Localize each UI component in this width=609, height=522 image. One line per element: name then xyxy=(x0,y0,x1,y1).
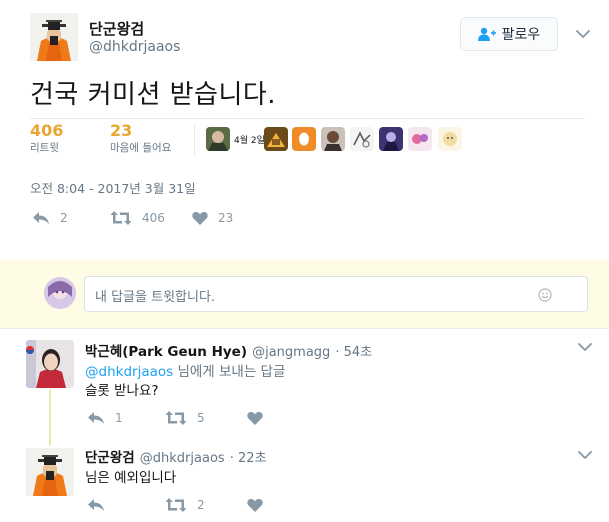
liker-avatar[interactable] xyxy=(206,127,230,151)
reply-count: 2 xyxy=(60,211,68,225)
replying-to-suffix: 님에게 보내는 답글 xyxy=(173,364,286,380)
person-add-icon xyxy=(477,27,496,41)
reply-icon xyxy=(87,411,105,425)
reply-count: 1 xyxy=(115,411,123,425)
reply-icon xyxy=(32,211,50,225)
smiley-icon[interactable] xyxy=(538,288,552,302)
like-action[interactable] xyxy=(247,498,273,512)
reply-header: 단군왕검 @dhkdrjaaos · 22초 xyxy=(85,446,267,466)
reply-action[interactable]: 2 xyxy=(32,211,68,225)
retweet-stat[interactable]: 406 리트윗 xyxy=(30,121,63,155)
retweet-action-count: 406 xyxy=(142,211,165,225)
reply-text: 님은 예외입니다 xyxy=(85,470,177,486)
reply-time[interactable]: · 54초 xyxy=(335,345,372,360)
reply-action[interactable] xyxy=(87,498,115,512)
liker-avatar[interactable] xyxy=(321,127,345,151)
retweet-action-count: 5 xyxy=(197,411,205,425)
date-badge: 4월 2일 xyxy=(234,136,265,146)
my-avatar xyxy=(44,277,76,309)
like-count: 23 xyxy=(110,121,133,140)
like-action-count: 23 xyxy=(218,211,234,225)
reply-header: 박근혜(Park Geun Hye) @jangmagg · 54초 xyxy=(85,340,372,360)
heart-icon xyxy=(247,498,263,512)
heart-icon xyxy=(192,211,208,225)
chevron-down-icon[interactable] xyxy=(578,451,592,459)
like-label: 마음에 들어요 xyxy=(110,142,172,154)
chevron-down-icon[interactable] xyxy=(578,343,592,351)
replying-to: @dhkdrjaaos 님에게 보내는 답글 xyxy=(85,360,285,380)
tweet-timestamp[interactable]: 오전 8:04 - 2017년 3월 31일 xyxy=(30,178,196,197)
like-stat[interactable]: 23 마음에 들어요 xyxy=(110,121,171,155)
liker-avatar[interactable] xyxy=(438,127,462,151)
reply-display-name[interactable]: 단군왕검 xyxy=(85,450,135,466)
reply-avatar[interactable] xyxy=(26,340,74,388)
liker-avatar[interactable] xyxy=(292,127,316,151)
reply-avatar[interactable] xyxy=(26,448,74,496)
tweet-text: 건국 커미션 받습니다. xyxy=(30,80,277,110)
reply-text: 슬롯 받나요? xyxy=(85,383,159,399)
liker-avatar[interactable] xyxy=(264,127,288,151)
replying-to-handle[interactable]: @dhkdrjaaos xyxy=(85,364,173,380)
liker-avatar[interactable] xyxy=(350,127,374,151)
chevron-down-icon[interactable] xyxy=(576,30,590,38)
reply-handle[interactable]: @jangmagg xyxy=(252,345,330,360)
retweet-icon xyxy=(165,498,187,512)
retweet-action[interactable]: 406 xyxy=(110,211,165,225)
like-action[interactable] xyxy=(247,411,273,425)
reply-handle[interactable]: @dhkdrjaaos xyxy=(140,451,225,466)
follow-label: 팔로우 xyxy=(501,27,541,43)
retweet-action[interactable]: 5 xyxy=(165,411,205,425)
follow-button[interactable]: 팔로우 xyxy=(460,17,558,51)
reply-input[interactable]: 내 답글을 트윗합니다. xyxy=(84,276,588,312)
author-handle[interactable]: @dhkdrjaaos xyxy=(89,39,180,55)
retweet-action-count: 2 xyxy=(197,498,205,512)
retweet-label: 리트윗 xyxy=(30,142,59,154)
retweet-action[interactable]: 2 xyxy=(165,498,205,512)
heart-icon xyxy=(247,411,263,425)
retweet-icon xyxy=(165,411,187,425)
reply-icon xyxy=(87,498,105,512)
retweet-icon xyxy=(110,211,132,225)
reply-display-name[interactable]: 박근혜(Park Geun Hye) xyxy=(85,344,247,360)
reply-time[interactable]: · 22초 xyxy=(230,451,267,466)
liker-avatar[interactable] xyxy=(379,127,403,151)
author-display-name[interactable]: 단군왕검 xyxy=(89,18,144,39)
retweet-count: 406 xyxy=(30,121,64,140)
liker-avatar[interactable] xyxy=(408,127,432,151)
author-avatar[interactable] xyxy=(30,13,78,61)
like-action[interactable]: 23 xyxy=(192,211,233,225)
reply-action[interactable]: 1 xyxy=(87,411,123,425)
